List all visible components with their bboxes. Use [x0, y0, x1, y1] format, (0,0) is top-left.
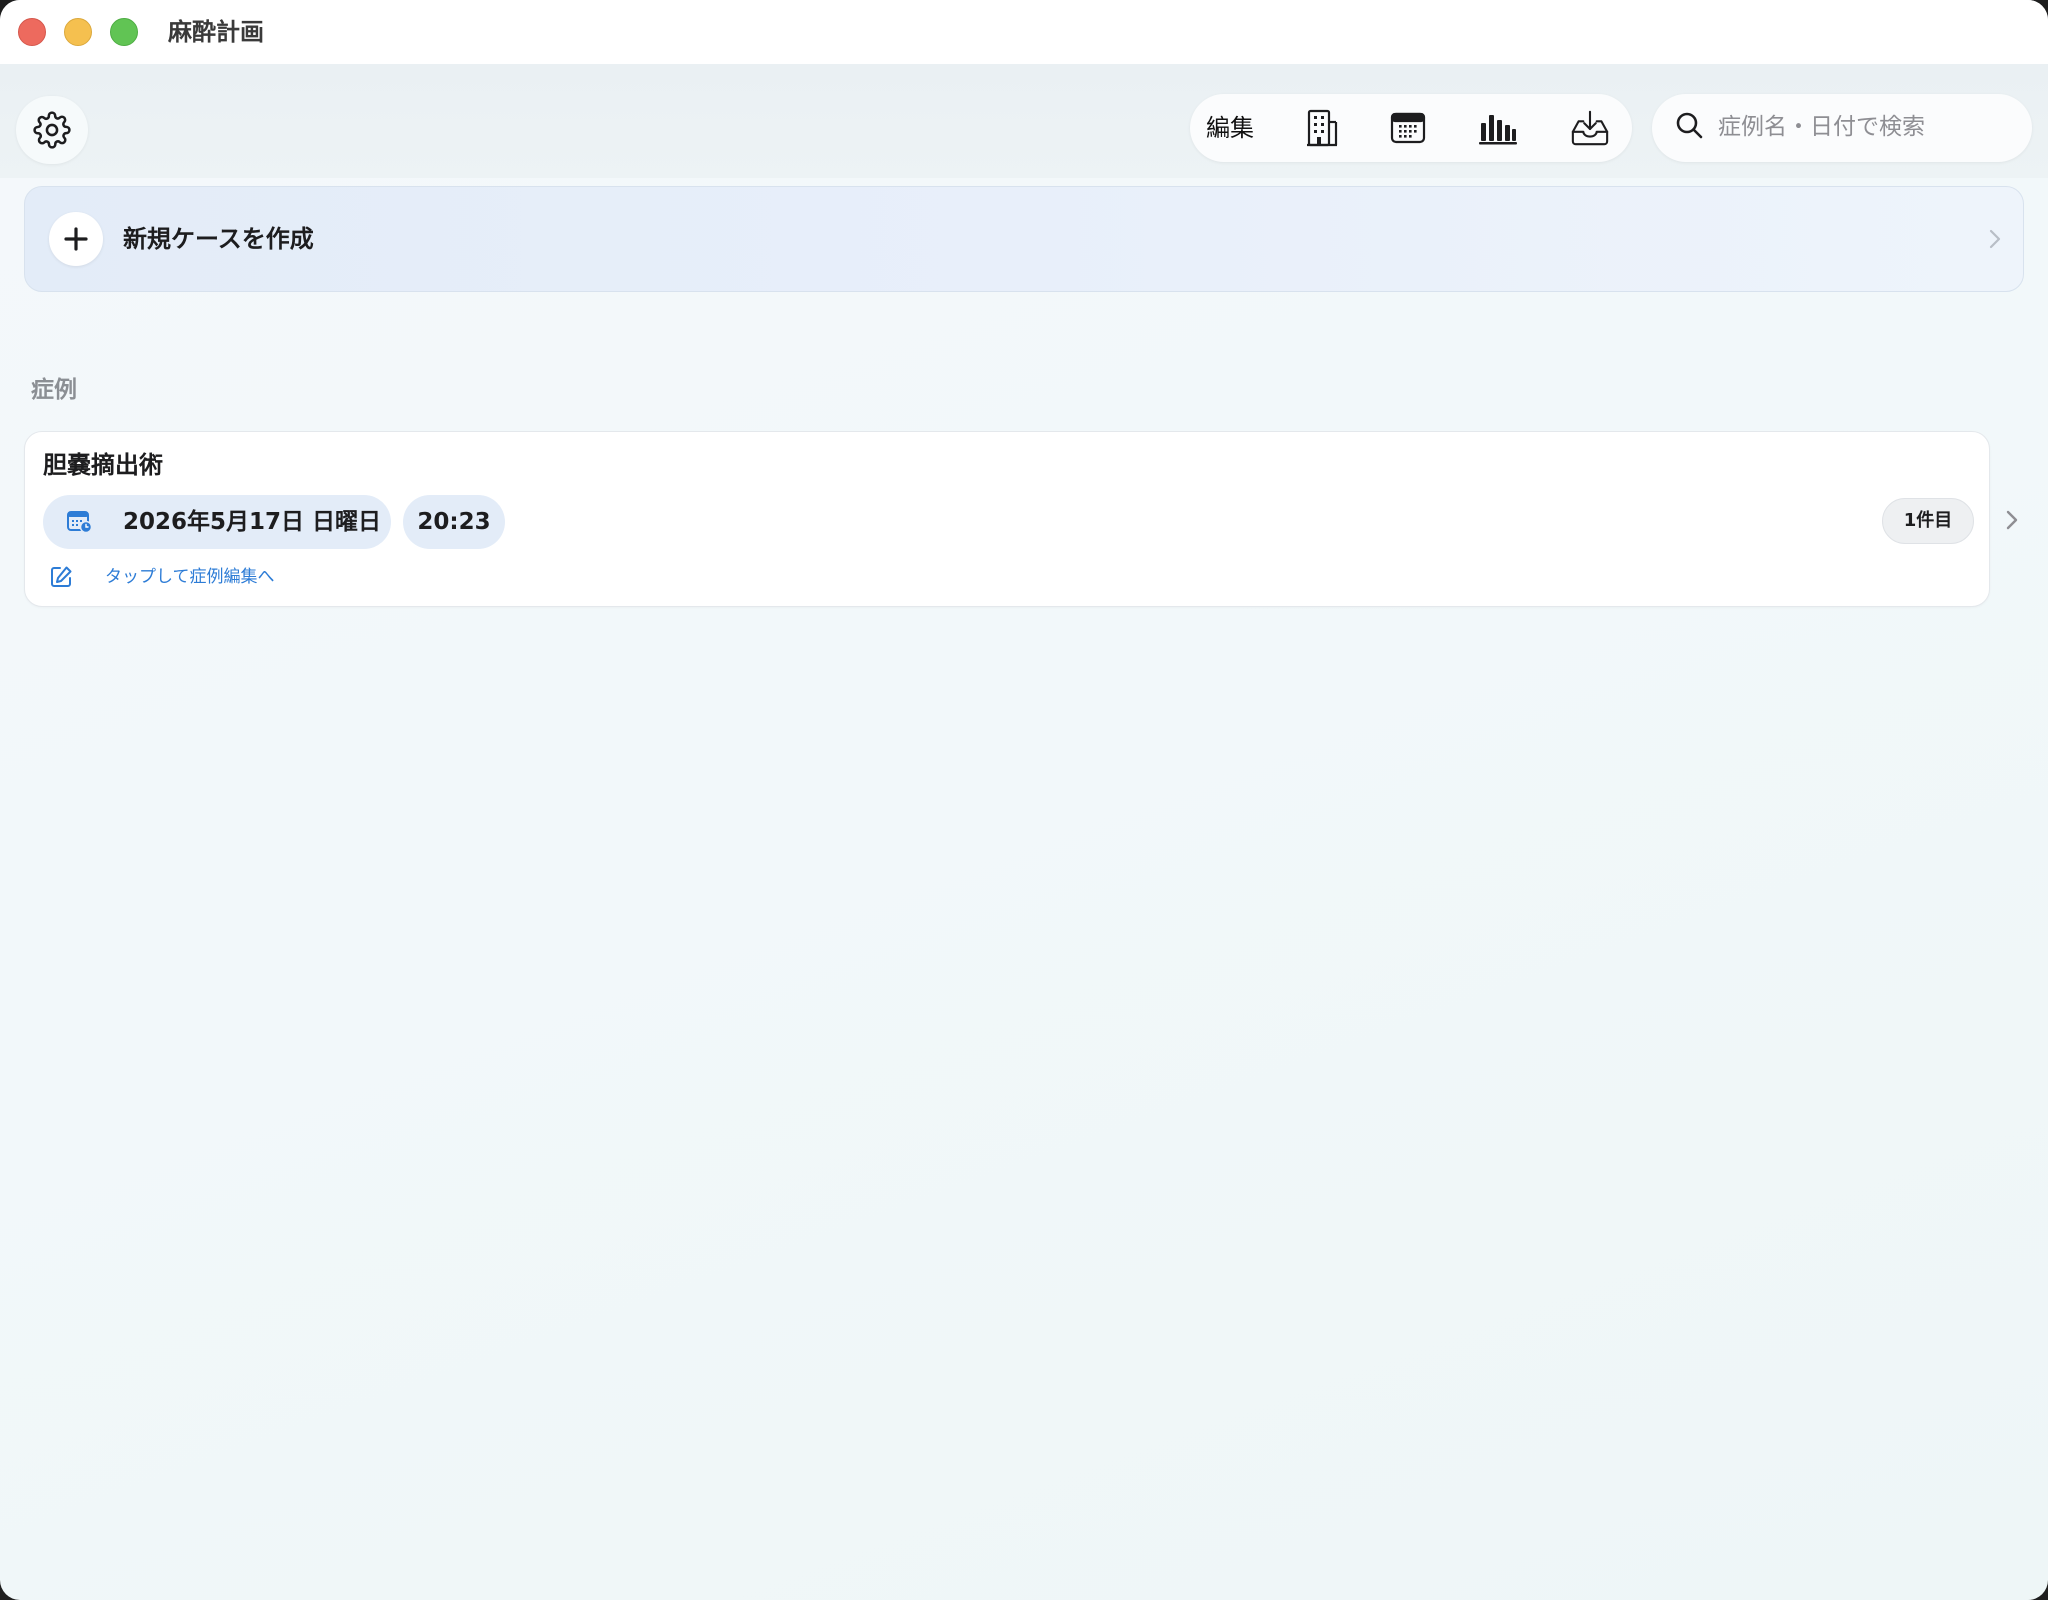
inbox-download-icon: [1571, 110, 1609, 146]
calendar-button[interactable]: [1388, 108, 1428, 148]
calendar-icon: [1390, 112, 1426, 144]
case-date: 2026年5月17日 日曜日: [123, 509, 382, 535]
case-card[interactable]: 胆嚢摘出術 2026年5月17日 日曜日 20:23 1件目 タップして症例編集…: [24, 431, 1990, 607]
building-icon: [1307, 109, 1338, 147]
window-title: 麻酔計画: [168, 18, 264, 46]
bar-chart-icon: [1479, 115, 1517, 145]
facility-button[interactable]: [1302, 108, 1342, 148]
case-count-badge: 1件目: [1882, 498, 1974, 544]
toolbar-actions: 編集: [1190, 94, 1632, 162]
minimize-window-button[interactable]: [64, 18, 92, 46]
time-chip: 20:23: [403, 495, 505, 549]
case-count-label: 1件目: [1903, 510, 1953, 531]
title-bar: 麻酔計画: [0, 0, 2048, 64]
close-window-button[interactable]: [18, 18, 46, 46]
search-field[interactable]: [1652, 94, 2032, 162]
toolbar: 編集: [0, 64, 2048, 178]
cases-section-title: 症例: [31, 377, 77, 403]
new-case-button[interactable]: 新規ケースを作成: [24, 186, 2024, 292]
date-chip: 2026年5月17日 日曜日: [43, 495, 391, 549]
chevron-right-icon: [1989, 229, 2001, 249]
gear-icon: [33, 111, 71, 149]
zoom-window-button[interactable]: [110, 18, 138, 46]
settings-button[interactable]: [16, 96, 88, 164]
search-input[interactable]: [1716, 108, 2020, 146]
case-time: 20:23: [417, 509, 491, 535]
import-button[interactable]: [1570, 108, 1610, 148]
statistics-button[interactable]: [1478, 108, 1518, 148]
calendar-badge-icon: [67, 511, 93, 534]
search-icon: [1676, 112, 1703, 139]
new-case-label: 新規ケースを作成: [123, 225, 314, 253]
edit-button[interactable]: 編集: [1206, 110, 1254, 146]
case-name: 胆嚢摘出術: [43, 451, 163, 479]
chevron-right-icon[interactable]: [2004, 508, 2020, 532]
edit-case-link[interactable]: タップして症例編集へ: [105, 564, 275, 590]
plus-button: [49, 212, 103, 266]
square-pencil-icon: [51, 566, 72, 587]
plus-icon: [64, 227, 88, 251]
app-window: 麻酔計画 編集 症例名・日付で検索 新規ケースを作成 症例 胆嚢摘出術 2026…: [0, 0, 2048, 1600]
